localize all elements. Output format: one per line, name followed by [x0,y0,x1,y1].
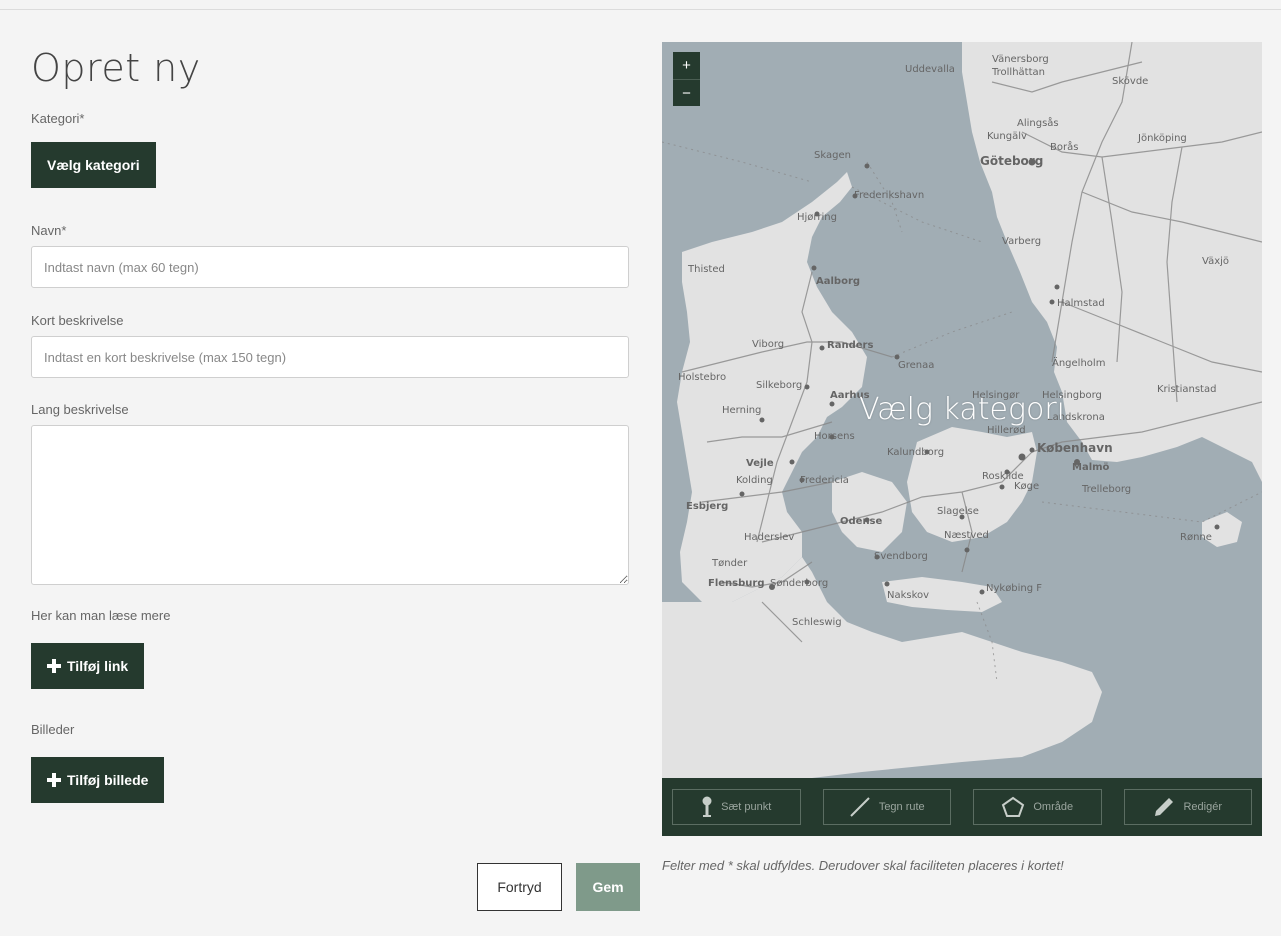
zoom-in-button[interactable]: + [673,52,700,79]
top-divider [0,9,1281,10]
name-label: Navn* [31,223,67,238]
set-point-button[interactable]: Sæt punkt [672,789,801,825]
add-image-button[interactable]: Tilføj billede [31,757,165,803]
zoom-control: + − [673,52,700,106]
map[interactable]: Uddevalla Vänersborg Trollhättan Skövde … [662,42,1262,836]
plus-icon [47,773,61,787]
draw-route-button[interactable]: Tegn rute [822,789,951,825]
name-input[interactable] [31,246,629,288]
plus-icon [47,659,61,673]
required-fields-note: Felter med * skal udfyldes. Derudover sk… [662,858,1064,873]
edit-button[interactable]: Redigér [1123,789,1252,825]
save-button[interactable]: Gem [576,863,640,911]
add-link-label: Tilføj link [67,658,129,674]
draw-route-label: Tegn rute [878,801,925,813]
area-button[interactable]: Område [973,789,1102,825]
line-icon [850,797,870,817]
pin-icon [702,796,712,817]
short-description-label: Kort beskrivelse [31,313,124,328]
links-label: Her kan man læse mere [31,608,171,623]
cancel-button[interactable]: Fortryd [477,863,562,911]
add-image-label: Tilføj billede [67,772,149,788]
pencil-icon [1155,798,1174,816]
category-label: Kategori* [31,111,85,126]
edit-label: Redigér [1183,801,1223,813]
page-title: Opret ny [31,46,201,90]
long-description-label: Lang beskrivelse [31,402,129,417]
pentagon-icon [1002,796,1025,817]
area-label: Område [1033,801,1074,813]
map-overlay-text: Vælg kategori [858,392,1065,427]
map-disabled-overlay: Vælg kategori [662,42,1262,778]
short-description-input[interactable] [31,336,629,378]
add-link-button[interactable]: Tilføj link [31,643,145,689]
long-description-textarea[interactable] [31,425,629,585]
set-point-label: Sæt punkt [721,801,772,813]
images-label: Billeder [31,722,75,737]
map-drawing-toolbar: Sæt punkt Tegn rute Område Redigér [662,778,1262,836]
choose-category-button[interactable]: Vælg kategori [31,142,156,188]
zoom-out-button[interactable]: − [673,79,700,106]
